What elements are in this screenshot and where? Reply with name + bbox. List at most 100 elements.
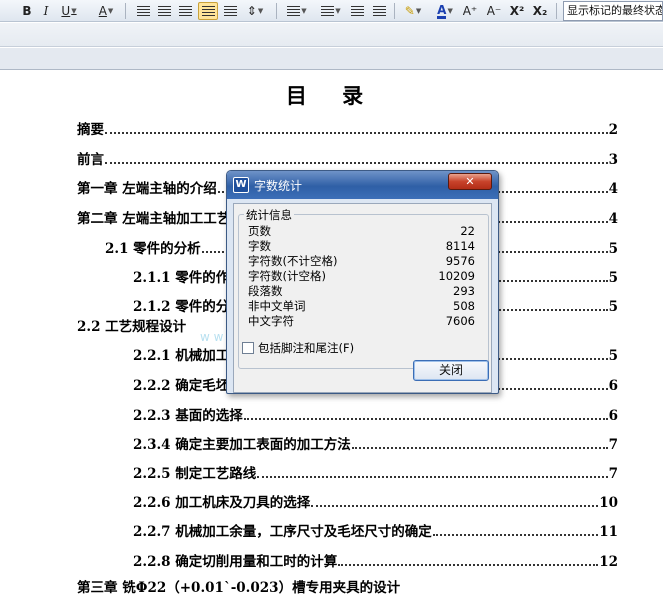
chevron-down-icon: ▼ bbox=[71, 7, 77, 15]
toc-leader bbox=[338, 564, 599, 566]
stat-value: 293 bbox=[453, 284, 475, 298]
bold-button[interactable]: B bbox=[18, 2, 36, 20]
stat-value: 22 bbox=[460, 224, 475, 238]
shrink-font-button[interactable]: A⁻ bbox=[484, 2, 504, 20]
toc-entry[interactable]: 2.2.6 加工机床及刀具的选择 10 bbox=[133, 493, 618, 513]
toc-entry-page: 5 bbox=[608, 270, 618, 286]
subscript-button[interactable]: X₂ bbox=[530, 2, 550, 20]
stat-chinese-chars: 中文字符 7606 bbox=[248, 314, 475, 329]
toc-entry[interactable]: 2.2.7 机械加工余量，工序尺寸及毛坯尺寸的确定 11 bbox=[133, 522, 618, 542]
toc-entry-text: 2.2.1 机械加工 bbox=[133, 348, 230, 364]
toc-entry-text: 2.2.2 确定毛坯 bbox=[133, 378, 230, 394]
align-left-button[interactable] bbox=[134, 2, 152, 20]
font-color-button[interactable]: A ▼ bbox=[432, 2, 458, 20]
toc-leader bbox=[432, 534, 599, 536]
formatting-toolbar: B I U ▼ A ▼ ⇕ ▼ ▼ ▼ ✎ ▼ A ▼ A⁺ A⁻ X² X₂ 显示标记的… bbox=[0, 0, 663, 22]
stat-label: 非中文单词 bbox=[248, 299, 306, 313]
dialog-body: 统计信息 页数 22 字数 8114 字符数(不计空格) 9576 字符数(计空格) 1… bbox=[233, 203, 492, 393]
dialog-titlebar[interactable]: W 字数统计 ✕ bbox=[227, 171, 498, 199]
toc-entry[interactable]: 摘要 2 bbox=[77, 120, 618, 140]
italic-button[interactable]: I bbox=[38, 2, 54, 20]
toolbar-separator bbox=[556, 3, 557, 19]
toc-entry[interactable]: 2.2.5 制定工艺路线 7 bbox=[133, 464, 618, 484]
toc-leader bbox=[351, 447, 608, 449]
decrease-indent-button[interactable] bbox=[348, 2, 366, 20]
markup-mode-select[interactable]: 显示标记的最终状态 bbox=[563, 1, 663, 21]
close-button[interactable]: 关闭 bbox=[413, 360, 489, 381]
toc-leader bbox=[311, 505, 599, 507]
toc-leader bbox=[105, 162, 608, 164]
toc-entry-page: 4 bbox=[608, 181, 618, 197]
toc-entry-text: 第三章 铣Φ22（+0.01`-0.023）槽专用夹具的设计 bbox=[77, 580, 401, 596]
toc-entry-page: 3 bbox=[608, 152, 618, 168]
bullets-button[interactable]: ▼ bbox=[318, 2, 344, 20]
toc-entry-page: 6 bbox=[608, 408, 618, 424]
stat-pages: 页数 22 bbox=[248, 224, 475, 239]
justify-button[interactable] bbox=[198, 2, 218, 20]
distributed-align-button[interactable] bbox=[221, 2, 239, 20]
font-color-icon: A bbox=[437, 2, 447, 19]
chevron-down-icon: ▼ bbox=[415, 7, 422, 15]
toc-entry[interactable]: 2.2.8 确定切削用量和工时的计算 12 bbox=[133, 552, 618, 572]
stat-label: 字符数(不计空格) bbox=[248, 254, 338, 268]
toc-entry-page: 6 bbox=[608, 378, 618, 394]
underline-button[interactable]: U ▼ bbox=[58, 2, 80, 20]
align-right-button[interactable] bbox=[176, 2, 194, 20]
char-border-button[interactable]: A ▼ bbox=[94, 2, 118, 20]
toc-entry-page: 11 bbox=[599, 524, 618, 540]
dialog-title: 字数统计 bbox=[254, 179, 303, 193]
toolbar-separator bbox=[276, 3, 277, 19]
toc-entry-text: 摘要 bbox=[77, 122, 104, 138]
distributed-align-icon bbox=[223, 5, 237, 17]
chevron-down-icon: ▼ bbox=[447, 7, 453, 15]
superscript-button[interactable]: X² bbox=[506, 2, 528, 20]
justify-icon bbox=[201, 5, 215, 17]
toc-entry-page: 2 bbox=[608, 122, 618, 138]
toc-entry-text: 2.2.6 加工机床及刀具的选择 bbox=[133, 495, 311, 511]
ruler-area bbox=[0, 48, 663, 70]
stat-label: 中文字符 bbox=[248, 314, 294, 328]
stat-value: 9576 bbox=[445, 254, 475, 268]
toc-entry-text: 2.2.5 制定工艺路线 bbox=[133, 466, 257, 482]
footnotes-checkbox[interactable] bbox=[242, 342, 254, 354]
toc-title: 目 录 bbox=[285, 83, 378, 108]
toc-entry-text: 2.1 零件的分析 bbox=[105, 241, 201, 257]
toc-entry-page: 7 bbox=[608, 466, 618, 482]
toc-entry-page: 5 bbox=[608, 241, 618, 257]
stat-label: 字符数(计空格) bbox=[248, 269, 326, 283]
stat-label: 字数 bbox=[248, 239, 271, 253]
grow-font-button[interactable]: A⁺ bbox=[460, 2, 480, 20]
line-spacing-button[interactable]: ⇕ ▼ bbox=[243, 2, 267, 20]
underline-label: U bbox=[61, 4, 71, 18]
toc-leader bbox=[257, 476, 608, 478]
align-center-button[interactable] bbox=[155, 2, 173, 20]
stat-non-chinese-words: 非中文单词 508 bbox=[248, 299, 475, 314]
toolbar-separator bbox=[394, 3, 395, 19]
toc-entry[interactable]: 第三章 铣Φ22（+0.01`-0.023）槽专用夹具的设计 bbox=[77, 578, 618, 598]
stat-value: 8114 bbox=[445, 239, 475, 253]
toc-leader bbox=[105, 132, 608, 134]
line-spacing-icon: ⇕ bbox=[246, 4, 257, 18]
stat-label: 页数 bbox=[248, 224, 271, 238]
toc-entry[interactable]: 前言 3 bbox=[77, 150, 618, 170]
highlight-button[interactable]: ✎ ▼ bbox=[400, 2, 426, 20]
toc-entry-text: 2.3.4 确定主要加工表面的加工方法 bbox=[133, 437, 351, 453]
toc-entry[interactable]: 2.2.3 基面的选择 6 bbox=[133, 406, 618, 426]
stat-words: 字数 8114 bbox=[248, 239, 475, 254]
highlighter-icon: ✎ bbox=[404, 4, 415, 18]
toolbar-band bbox=[0, 23, 663, 47]
stat-chars-no-spaces: 字符数(不计空格) 9576 bbox=[248, 254, 475, 269]
toc-entry-page: 5 bbox=[608, 348, 618, 364]
toc-entry-page: 12 bbox=[599, 554, 618, 570]
numbering-button[interactable]: ▼ bbox=[284, 2, 310, 20]
footnotes-checkbox-row[interactable]: 包括脚注和尾注(F) bbox=[242, 340, 354, 356]
stat-value: 7606 bbox=[445, 314, 475, 328]
toc-entry[interactable]: 2.3.4 确定主要加工表面的加工方法 7 bbox=[133, 435, 618, 455]
toc-entry-page: 4 bbox=[608, 211, 618, 227]
close-icon[interactable]: ✕ bbox=[448, 173, 492, 190]
word-count-dialog: W 字数统计 ✕ 统计信息 页数 22 字数 8114 字符数(不计空格) 9576 … bbox=[226, 170, 499, 394]
bullet-list-icon bbox=[321, 5, 335, 17]
char-border-label: A bbox=[98, 4, 107, 18]
toc-entry-text: 2.2.8 确定切削用量和工时的计算 bbox=[133, 554, 338, 570]
increase-indent-button[interactable] bbox=[370, 2, 388, 20]
